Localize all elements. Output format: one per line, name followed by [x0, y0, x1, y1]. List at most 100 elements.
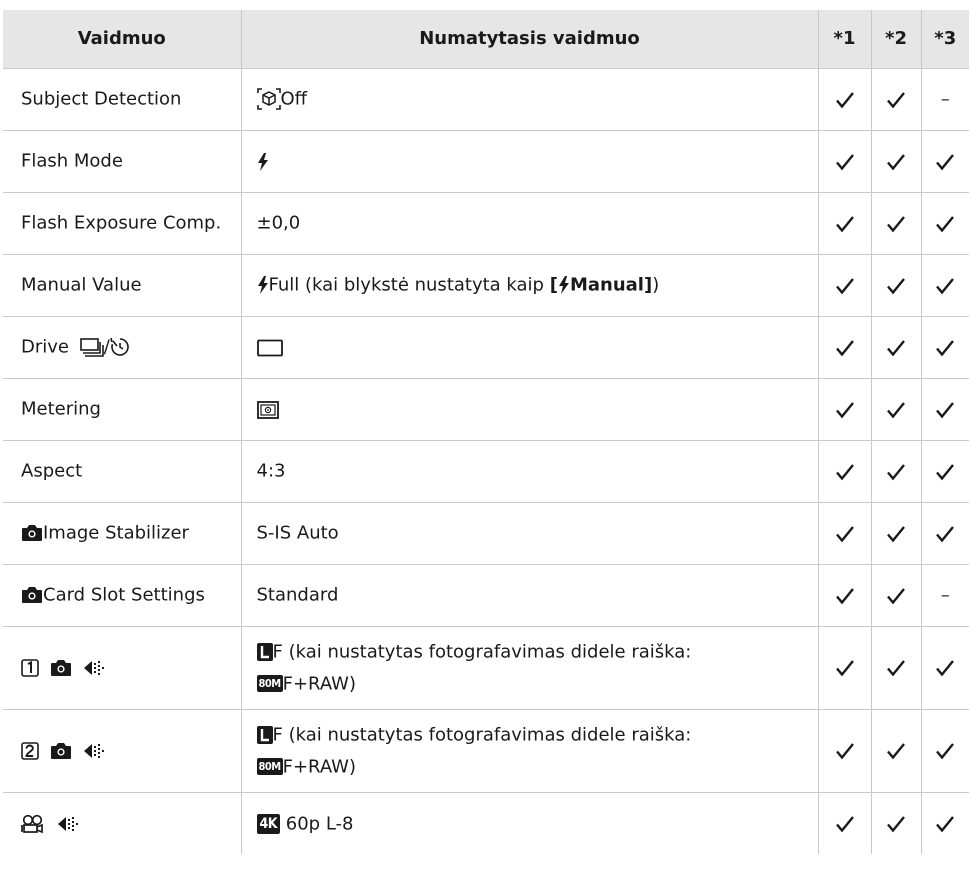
paren-close: ): [652, 274, 660, 296]
table-row: Card Slot Settings Standard –: [3, 564, 969, 627]
default-value: F (kai nustatytas fotografavimas didele …: [272, 724, 692, 746]
flag-2: [871, 440, 922, 503]
flash-icon: [257, 152, 269, 171]
check-icon: [835, 91, 854, 108]
default-line-2: 80M F+RAW): [256, 668, 818, 700]
camera-icon: [50, 742, 72, 760]
table-row: Flash Mode: [3, 130, 969, 193]
flag-1: [818, 502, 872, 565]
flag-2: [871, 709, 922, 793]
mode-cell: Card Slot Settings: [3, 564, 242, 627]
default-line-1: F (kai nustatytas fotografavimas didele …: [256, 636, 818, 668]
default-cell: Full (kai blykstė nustatyta kaip [Manual…: [241, 254, 819, 317]
flag-1: [818, 254, 872, 317]
header-note-1: *1: [818, 10, 872, 69]
face-detection-off-icon: [256, 88, 281, 111]
card-slot-1-icon: [21, 658, 39, 677]
default-cell: ±0,0: [241, 192, 819, 255]
movie-icon: [21, 814, 45, 834]
self-timer-icon: [110, 337, 130, 357]
mode-cell: Aspect: [3, 440, 242, 503]
mode-cell: Image Stabilizer: [3, 502, 242, 565]
flag-1: [818, 564, 872, 627]
card-slot-2-icon: [21, 741, 39, 760]
header-mode: Vaidmuo: [3, 10, 242, 69]
flash-icon: [558, 276, 570, 295]
check-icon: [887, 815, 905, 833]
table-row: Subject Detection Off –: [3, 68, 969, 131]
check-icon: [887, 743, 905, 760]
table-row: Metering: [3, 378, 969, 441]
table-row: Manual Value Full (kai blykstė nustatyta…: [3, 254, 969, 317]
check-icon: [887, 277, 905, 294]
table-row: F (kai nustatytas fotografavimas didele …: [3, 626, 969, 710]
flash-icon: [257, 276, 269, 295]
default-cell: [241, 378, 819, 441]
check-icon: [936, 743, 955, 760]
check-icon: [887, 660, 905, 677]
check-icon: [887, 587, 905, 604]
mode-cell: [3, 626, 242, 710]
check-icon: [936, 277, 955, 294]
default-cell: 4:3: [241, 440, 819, 503]
header-note-3: *3: [921, 10, 969, 69]
check-icon: [835, 215, 854, 232]
image-quality-icon: [83, 742, 107, 760]
table-row: Flash Exposure Comp. ±0,0: [3, 192, 969, 255]
check-icon: [936, 215, 955, 232]
page: Vaidmuo Numatytasis vaidmuo *1 *2 *3 Sub…: [0, 0, 972, 892]
esp-metering-icon: [256, 400, 279, 419]
flag-3: [921, 626, 969, 710]
table-row: F (kai nustatytas fotografavimas didele …: [3, 709, 969, 793]
flag-1: [818, 130, 872, 193]
default-line-1: F (kai nustatytas fotografavimas didele …: [256, 719, 818, 751]
table-header-row: Vaidmuo Numatytasis vaidmuo *1 *2 *3: [3, 10, 969, 69]
flag-2: [871, 378, 922, 441]
camera-icon: [21, 524, 43, 542]
mode-label: Aspect: [21, 460, 83, 482]
check-icon: [835, 815, 854, 833]
bracket-close: ]: [643, 274, 653, 296]
check-icon: [835, 660, 854, 677]
header-note-2: *2: [871, 10, 922, 69]
flag-3: [921, 316, 969, 379]
check-icon: [887, 215, 905, 232]
resolution-badge: 80M: [256, 675, 283, 692]
mode-cell: Manual Value: [3, 254, 242, 317]
sequential-shooting-icon: [79, 337, 104, 358]
mode-cell: Drive /: [3, 316, 242, 379]
check-icon: [936, 401, 955, 418]
table-row: Image Stabilizer S-IS Auto: [3, 502, 969, 565]
mode-label: Flash Mode: [21, 150, 123, 172]
check-icon: [835, 339, 854, 356]
check-icon: [936, 339, 955, 356]
check-icon: [887, 91, 905, 108]
default-cell: Off: [241, 68, 819, 131]
default-value: Off: [280, 88, 308, 110]
flag-1: [818, 192, 872, 255]
flag-3: [921, 378, 969, 441]
mode-cell: [3, 709, 242, 793]
check-icon: [887, 153, 905, 170]
default-cell: [241, 316, 819, 379]
default-cell: S-IS Auto: [241, 502, 819, 565]
table-row: Aspect 4:3: [3, 440, 969, 503]
manual-option: Manual: [569, 274, 644, 296]
mode-cell: Flash Exposure Comp.: [3, 192, 242, 255]
bracket-open: [: [549, 274, 558, 296]
check-icon: [936, 463, 955, 480]
check-icon: [835, 153, 854, 170]
settings-table: Vaidmuo Numatytasis vaidmuo *1 *2 *3 Sub…: [3, 10, 969, 854]
mode-label: Metering: [21, 398, 101, 420]
flag-1: [818, 68, 872, 131]
default-cell: F (kai nustatytas fotografavimas didele …: [241, 626, 819, 710]
check-icon: [835, 277, 854, 294]
flag-1: [818, 792, 872, 854]
default-value: 4:3: [256, 460, 286, 482]
table-row: 4K 60p L-8: [3, 792, 969, 854]
mode-label: Image Stabilizer: [43, 522, 189, 544]
flag-1: [818, 626, 872, 710]
flag-2: [871, 68, 922, 131]
flag-2: [871, 316, 922, 379]
default-cell: F (kai nustatytas fotografavimas didele …: [241, 709, 819, 793]
